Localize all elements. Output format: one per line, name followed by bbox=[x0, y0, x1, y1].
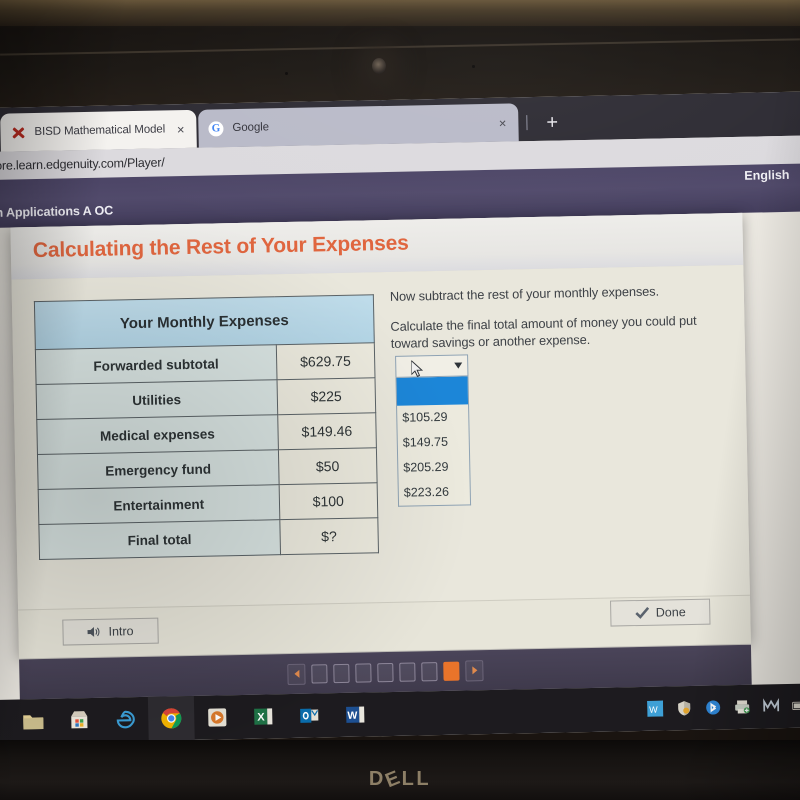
pager-step[interactable] bbox=[421, 661, 438, 681]
new-tab-button[interactable]: + bbox=[546, 112, 558, 134]
bluetooth-icon[interactable] bbox=[705, 699, 721, 715]
done-button-label: Done bbox=[655, 605, 686, 620]
dropdown-option[interactable]: $205.29 bbox=[398, 454, 469, 480]
address-bar-url: core.learn.edgenuity.com/Player/ bbox=[0, 155, 165, 173]
security-shield-icon[interactable] bbox=[676, 700, 692, 716]
row-value: $100 bbox=[278, 482, 378, 520]
printer-icon[interactable] bbox=[734, 699, 750, 715]
dropdown-option[interactable]: $223.26 bbox=[399, 479, 470, 505]
svg-text:W: W bbox=[347, 710, 357, 722]
tab-close-icon[interactable]: × bbox=[175, 122, 187, 137]
intro-button[interactable]: Intro bbox=[62, 617, 159, 646]
dropdown-option-blank[interactable] bbox=[396, 376, 469, 406]
file-explorer-icon[interactable] bbox=[10, 699, 57, 744]
tab-separator bbox=[526, 115, 528, 131]
row-value: $? bbox=[279, 517, 379, 555]
laptop-screen: BISD Mathematical Models with / × G Goog… bbox=[0, 91, 800, 744]
google-chrome-icon[interactable] bbox=[147, 695, 195, 741]
dropdown-options-list[interactable]: $105.29 $149.75 $205.29 $223.26 bbox=[395, 376, 472, 507]
monthly-expenses-table: Your Monthly Expenses Forwarded subtotal… bbox=[34, 294, 379, 560]
speaker-icon bbox=[87, 626, 100, 637]
dell-logo-text-post: LL bbox=[401, 768, 432, 790]
app-tray-icon[interactable]: W bbox=[647, 700, 664, 717]
course-title: ith Applications A OC bbox=[0, 203, 114, 220]
row-label: Forwarded subtotal bbox=[35, 344, 277, 385]
taskbar-pinned-icons: X W bbox=[0, 692, 379, 744]
chevron-down-icon[interactable] bbox=[454, 362, 463, 369]
pager-next-button[interactable] bbox=[465, 659, 484, 681]
microsoft-store-icon[interactable] bbox=[56, 698, 103, 743]
final-total-dropdown[interactable]: $105.29 $149.75 $205.29 $223.26 bbox=[395, 354, 472, 507]
pager-step[interactable] bbox=[377, 662, 394, 682]
bezel-sheen bbox=[0, 0, 800, 26]
triangle-left-icon bbox=[293, 669, 299, 678]
outlook-icon[interactable] bbox=[286, 693, 333, 738]
battery-icon[interactable] bbox=[792, 698, 800, 714]
row-value: $629.75 bbox=[275, 342, 375, 380]
pager-step[interactable] bbox=[311, 663, 328, 684]
svg-text:X: X bbox=[257, 712, 265, 724]
mail-icon[interactable] bbox=[763, 698, 780, 714]
browser-tab-google[interactable]: G Google × bbox=[198, 103, 519, 148]
excel-icon[interactable]: X bbox=[240, 694, 287, 739]
pager-step-current[interactable] bbox=[443, 661, 460, 681]
instruction-line-2: Calculate the final total amount of mone… bbox=[390, 312, 697, 352]
language-selector[interactable]: English bbox=[744, 168, 789, 183]
word-icon[interactable]: W bbox=[332, 692, 379, 737]
table-row: Final total $? bbox=[38, 517, 379, 560]
intro-button-label: Intro bbox=[108, 624, 134, 639]
lesson-card-body: Your Monthly Expenses Forwarded subtotal… bbox=[11, 264, 750, 610]
tab-close-icon[interactable]: × bbox=[497, 115, 509, 130]
page-title: Calculating the Rest of Your Expenses bbox=[32, 231, 409, 263]
webcam-icon bbox=[372, 58, 386, 74]
row-label: Medical expenses bbox=[36, 414, 279, 455]
media-player-icon[interactable] bbox=[194, 695, 241, 740]
done-button[interactable]: Done bbox=[610, 598, 711, 627]
lesson-card: Calculating the Rest of Your Expenses Yo… bbox=[10, 212, 751, 659]
instruction-line-1: Now subtract the rest of your monthly ex… bbox=[389, 283, 660, 304]
pager-step[interactable] bbox=[399, 661, 416, 682]
pager-step[interactable] bbox=[333, 663, 350, 683]
table-heading: Your Monthly Expenses bbox=[34, 294, 375, 350]
dropdown-option[interactable]: $105.29 bbox=[397, 404, 468, 430]
row-label: Utilities bbox=[36, 379, 278, 420]
row-value: $149.46 bbox=[277, 412, 377, 450]
tab-title: BISD Mathematical Models with / bbox=[34, 123, 166, 139]
bezel-seam bbox=[0, 38, 800, 56]
microphone-hole-left bbox=[285, 72, 288, 75]
svg-text:W: W bbox=[649, 705, 658, 715]
dell-logo: DELL bbox=[0, 766, 800, 792]
laptop-photo: BISD Mathematical Models with / × G Goog… bbox=[0, 0, 800, 800]
row-label: Entertainment bbox=[38, 484, 280, 525]
checkmark-icon bbox=[634, 606, 649, 619]
microphone-hole-right bbox=[472, 65, 475, 68]
browser-tab-edgenuity[interactable]: BISD Mathematical Models with / × bbox=[0, 109, 197, 152]
triangle-right-icon bbox=[471, 666, 477, 675]
pager-prev-button[interactable] bbox=[287, 663, 306, 685]
table-header-row: Your Monthly Expenses bbox=[34, 294, 375, 350]
row-label: Final total bbox=[38, 519, 281, 560]
google-g-icon: G bbox=[208, 120, 224, 137]
pager-step[interactable] bbox=[355, 662, 372, 683]
tab-title: Google bbox=[232, 121, 270, 135]
row-label: Emergency fund bbox=[37, 449, 279, 490]
row-value: $50 bbox=[278, 447, 378, 485]
internet-explorer-icon[interactable] bbox=[102, 697, 149, 742]
dropdown-closed-field[interactable] bbox=[395, 354, 469, 378]
system-tray: W bbox=[647, 697, 800, 717]
mouse-cursor-icon bbox=[411, 360, 424, 378]
instructions-panel: Now subtract the rest of your monthly ex… bbox=[390, 281, 721, 365]
dropdown-option[interactable]: $149.75 bbox=[398, 429, 469, 455]
row-value: $225 bbox=[276, 377, 376, 415]
edgenuity-x-icon bbox=[10, 125, 25, 140]
